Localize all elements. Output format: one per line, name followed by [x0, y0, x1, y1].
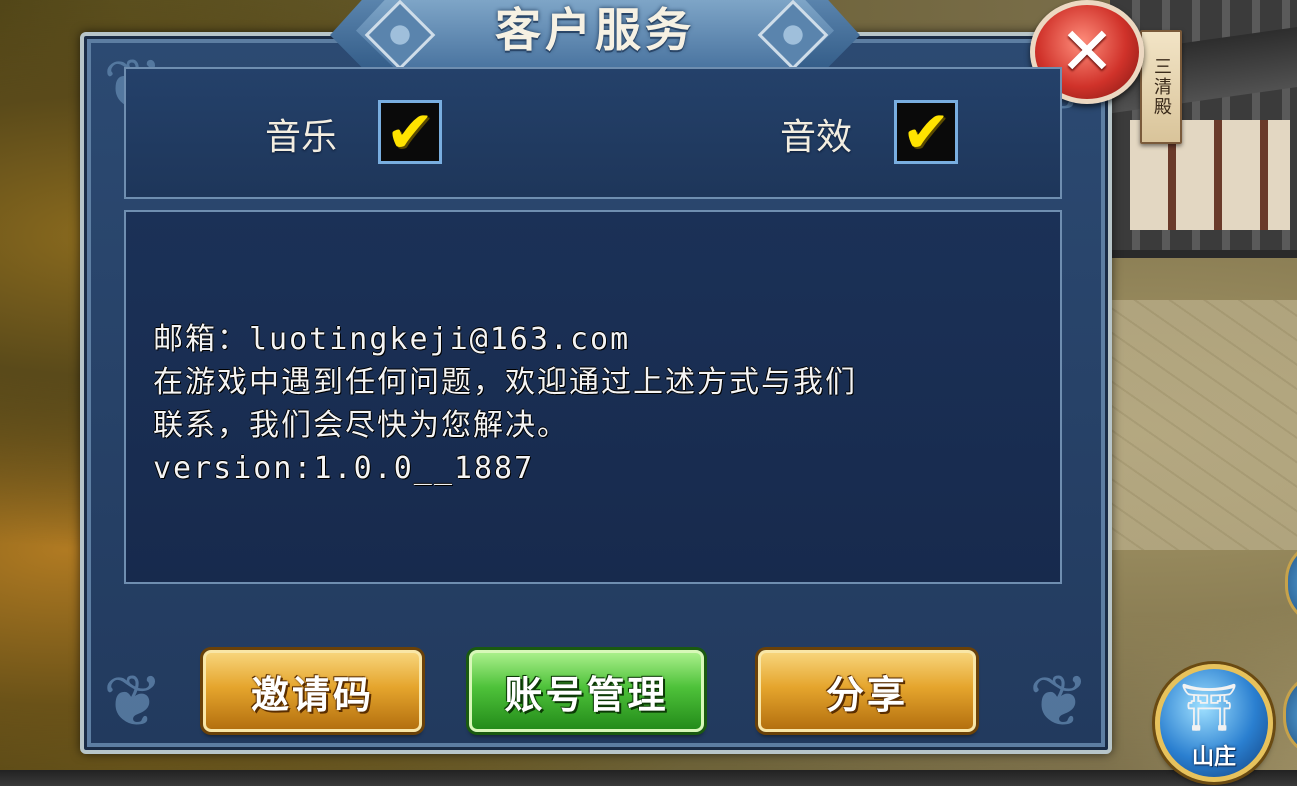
- gate-icon: ⛩: [1180, 680, 1239, 734]
- music-label: 音乐: [265, 117, 338, 158]
- version-line: version:1.0.0__1887: [153, 451, 535, 486]
- side-menu-button-upper[interactable]: [1285, 540, 1297, 626]
- location-tag-text: 三清殿: [1151, 57, 1172, 117]
- invite-code-button[interactable]: 邀请码: [203, 650, 422, 732]
- help-message-line-1: 在游戏中遇到任何问题，欢迎通过上述方式与我们: [153, 365, 857, 400]
- villa-button-label: 山庄: [1191, 745, 1236, 770]
- corner-ornament-bottom-right: ❦: [1028, 659, 1090, 743]
- contact-email-line: 邮箱：luotingkeji@163.com: [153, 322, 631, 357]
- villa-button[interactable]: ⛩ 山庄: [1155, 664, 1273, 782]
- share-button[interactable]: 分享: [758, 650, 976, 732]
- checkmark-icon: ✔: [385, 98, 435, 166]
- sound-effects-checkbox[interactable]: ✔: [894, 100, 958, 164]
- help-message-line-2: 联系，我们会尽快为您解决。: [153, 408, 569, 443]
- sound-effects-label: 音效: [780, 117, 853, 158]
- corner-ornament-bottom-left: ❦: [102, 659, 164, 743]
- dialog-title: 客户服务: [495, 3, 695, 57]
- close-x-icon: ✕: [1059, 13, 1115, 90]
- checkmark-icon: ✔: [901, 98, 951, 166]
- background-paving: [1110, 300, 1297, 550]
- music-checkbox[interactable]: ✔: [378, 100, 442, 164]
- side-menu-button-lower[interactable]: [1283, 672, 1297, 758]
- info-text: 邮箱：luotingkeji@163.com 在游戏中遇到任何问题，欢迎通过上述…: [153, 318, 1053, 490]
- account-management-button[interactable]: 账号管理: [469, 650, 704, 732]
- bottom-hud-bar: [0, 770, 1297, 786]
- location-tag: 三清殿: [1140, 30, 1182, 144]
